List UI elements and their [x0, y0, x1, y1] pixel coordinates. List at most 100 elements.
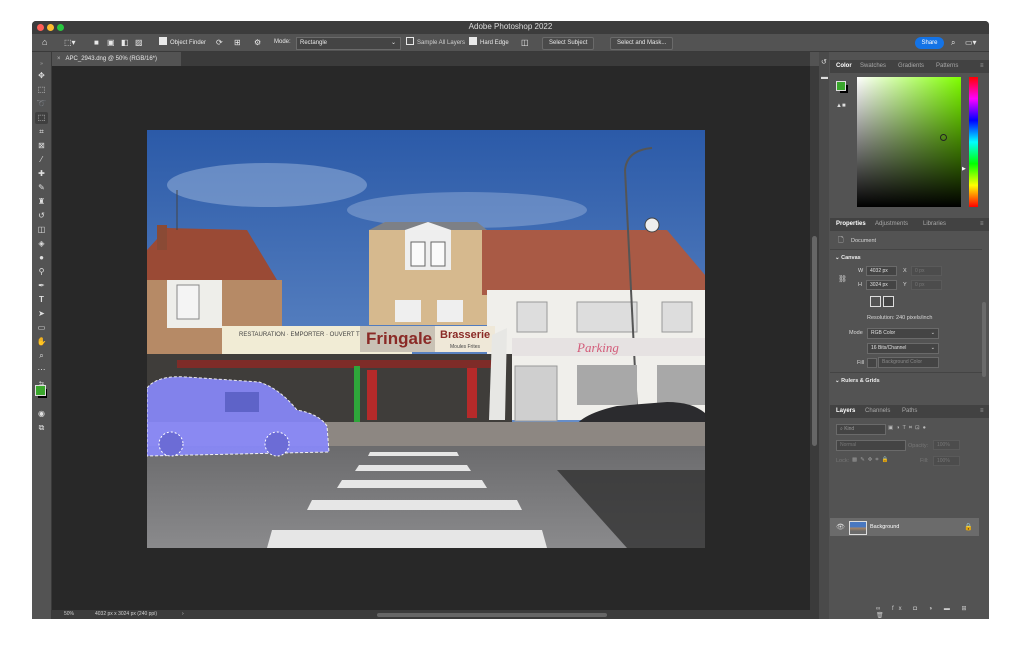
more-tools-icon[interactable]: ⋯ [35, 364, 48, 376]
history-panel-icon[interactable]: ↺ [821, 58, 827, 66]
screen-mode-icon[interactable]: ⧉ [35, 422, 48, 434]
tab-gradients[interactable]: Gradients [898, 60, 924, 73]
zoom-level[interactable]: 50% [64, 610, 74, 619]
tab-patterns[interactable]: Patterns [936, 60, 958, 73]
lasso-tool-icon[interactable]: ➰ [35, 98, 48, 110]
mode-select[interactable]: Rectangle ⌄ [296, 37, 401, 50]
tab-properties[interactable]: Properties [836, 218, 866, 231]
paint-bucket-tool-icon[interactable]: ◈ [35, 238, 48, 250]
object-selection-tool-icon[interactable]: ⬚▾ [64, 37, 76, 48]
hand-tool-icon[interactable]: ✋ [35, 336, 48, 348]
close-tab-icon[interactable]: × [57, 56, 61, 62]
tab-paths[interactable]: Paths [902, 405, 917, 418]
horizontal-scroll-thumb[interactable] [377, 613, 607, 617]
crop-tool-icon[interactable]: ⌗ [35, 126, 48, 138]
rulers-section-header[interactable]: ⌄ Rulers & Grids [835, 378, 880, 384]
layers-footer-icons[interactable]: ∞ fx ◘ ◑ ▬ ⊞ 🗑 [876, 605, 989, 619]
opacity-field[interactable]: 100% [933, 440, 960, 450]
tab-layers[interactable]: Layers [836, 405, 855, 418]
link-icon[interactable]: ⛓ [838, 275, 847, 283]
object-finder-checkbox[interactable] [159, 37, 167, 45]
panel-menu-icon[interactable]: ≡ [980, 60, 984, 73]
collapse-tools-icon[interactable]: » [35, 58, 48, 70]
sample-all-layers-toggle[interactable]: Sample All Layers [406, 37, 465, 48]
color-picker-marker[interactable] [940, 134, 947, 141]
sample-all-layers-checkbox[interactable] [406, 37, 414, 45]
vertical-scrollbar[interactable] [810, 66, 819, 610]
panel-foreground-swatch[interactable] [836, 81, 846, 91]
tab-adjustments[interactable]: Adjustments [875, 218, 908, 231]
canvas-section-header[interactable]: ⌄ Canvas [835, 255, 861, 261]
panel-menu-icon[interactable]: ≡ [980, 405, 984, 418]
workspace-icon[interactable]: ▭▾ [965, 37, 977, 48]
width-field[interactable]: 4032 px [866, 266, 897, 276]
quick-mask-icon[interactable]: ◉ [35, 408, 48, 420]
type-tool-icon[interactable]: T [35, 294, 48, 306]
tab-libraries[interactable]: Libraries [923, 218, 946, 231]
refresh-icon[interactable]: ⟳ [216, 37, 223, 48]
blur-tool-icon[interactable]: ● [35, 252, 48, 264]
object-selection-tool-icon[interactable]: ⬚ [35, 112, 48, 124]
show-all-objects-icon[interactable]: ⊞ [234, 37, 241, 48]
blend-mode-select[interactable]: Normal [836, 440, 906, 451]
height-field[interactable]: 3024 px [866, 280, 897, 290]
visibility-eye-icon[interactable]: 👁 [836, 523, 845, 531]
y-field[interactable]: 0 px [911, 280, 942, 290]
layer-row[interactable]: 👁 Background 🔒 [830, 518, 979, 536]
brush-tool-icon[interactable]: ✎ [35, 182, 48, 194]
comments-panel-icon[interactable]: ▬ [821, 74, 828, 81]
hue-slider-handle[interactable]: ▶ [962, 166, 966, 172]
foreground-color-swatch[interactable] [35, 385, 46, 396]
portrait-orientation-icon[interactable] [870, 296, 881, 307]
eyedropper-tool-icon[interactable]: ⁄ [35, 154, 48, 166]
path-selection-tool-icon[interactable]: ➤ [35, 308, 48, 320]
out-of-gamut-warning-icon[interactable]: ▲■ [836, 103, 846, 109]
object-finder-toggle[interactable]: Object Finder [159, 37, 206, 48]
intersect-selection-icon[interactable]: ▨ [135, 37, 143, 48]
new-selection-icon[interactable]: ■ [94, 37, 99, 48]
eraser-tool-icon[interactable]: ◫ [35, 224, 48, 236]
pen-tool-icon[interactable]: ✒ [35, 280, 48, 292]
hue-slider[interactable] [969, 77, 978, 207]
fill-select[interactable]: Background Color [878, 357, 939, 368]
fill-opacity-field[interactable]: 100% [933, 456, 960, 466]
layer-name[interactable]: Background [870, 524, 899, 530]
lock-icon[interactable]: 🔒 [964, 523, 973, 531]
status-menu-arrow[interactable]: › [182, 610, 184, 619]
canvas-area[interactable]: RESTAURATION · EMPORTER · OUVERT TOUTE L… [52, 66, 810, 610]
zoom-tool-icon[interactable]: ⌕ [35, 350, 48, 362]
healing-brush-tool-icon[interactable]: ✚ [35, 168, 48, 180]
properties-scrollbar[interactable] [982, 302, 986, 377]
bit-depth-select[interactable]: 16 Bits/Channel ⌄ [867, 343, 939, 354]
clone-stamp-tool-icon[interactable]: ♜ [35, 196, 48, 208]
select-and-mask-button[interactable]: Select and Mask... [610, 37, 674, 50]
panel-menu-icon[interactable]: ≡ [980, 218, 984, 231]
rectangle-tool-icon[interactable]: ▭ [35, 322, 48, 334]
subtract-from-selection-icon[interactable]: ◧ [121, 37, 129, 48]
fill-color-swatch[interactable] [867, 358, 877, 368]
color-mode-select[interactable]: RGB Color ⌄ [867, 328, 939, 339]
document-tab[interactable]: × APC_2943.dng @ 50% (RGB/16*) [52, 52, 181, 66]
landscape-orientation-icon[interactable] [883, 296, 894, 307]
tab-color[interactable]: Color [836, 60, 852, 73]
vertical-scroll-thumb[interactable] [812, 236, 817, 446]
document-image[interactable]: RESTAURATION · EMPORTER · OUVERT TOUTE L… [147, 130, 705, 548]
home-icon[interactable]: ⌂ [42, 37, 47, 48]
lock-icons[interactable]: ▩✎✥⌗🔒 [852, 457, 891, 464]
color-field[interactable] [857, 77, 961, 207]
layer-filter-icons[interactable]: ▣◑T⌗⊡● [888, 425, 929, 432]
dodge-tool-icon[interactable]: ⚲ [35, 266, 48, 278]
layer-filter-select[interactable]: ⌕ Kind [836, 424, 886, 435]
history-brush-tool-icon[interactable]: ↺ [35, 210, 48, 222]
gear-icon[interactable]: ⚙ [254, 37, 261, 48]
tab-channels[interactable]: Channels [865, 405, 890, 418]
hard-edge-checkbox[interactable] [469, 37, 477, 45]
frame-tool-icon[interactable]: ⊠ [35, 140, 48, 152]
marquee-tool-icon[interactable]: ⬚ [35, 84, 48, 96]
hard-edge-toggle[interactable]: Hard Edge [469, 37, 509, 48]
move-tool-icon[interactable]: ✥ [35, 70, 48, 82]
tab-swatches[interactable]: Swatches [860, 60, 886, 73]
x-field[interactable]: 0 px [911, 266, 942, 276]
add-to-selection-icon[interactable]: ▣ [107, 37, 115, 48]
search-icon[interactable]: ⌕ [951, 37, 955, 48]
